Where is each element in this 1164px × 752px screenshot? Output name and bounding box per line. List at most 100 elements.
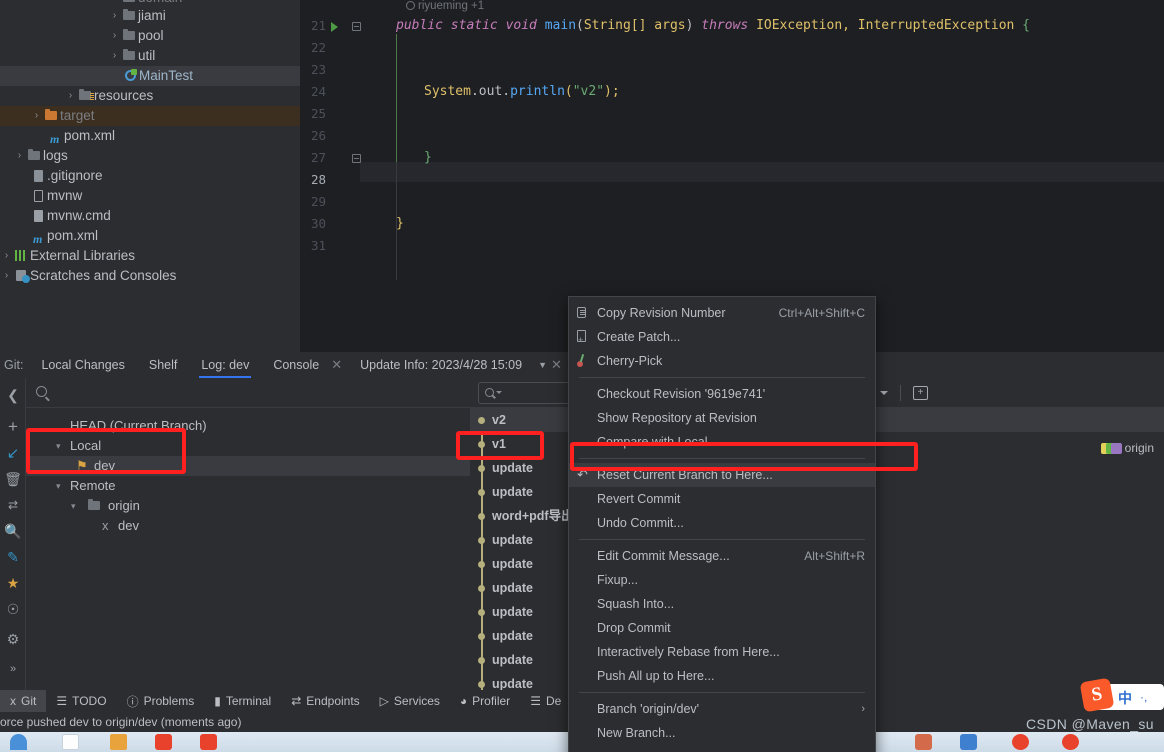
- chevron-down-icon[interactable]: ▾: [71, 496, 76, 516]
- chevron-right-icon[interactable]: ›: [108, 6, 121, 26]
- tree-item-label: mvnw.cmd: [47, 208, 111, 223]
- chevron-down-icon[interactable]: ▾: [56, 476, 61, 496]
- taskbar-icon-app1[interactable]: [915, 734, 932, 750]
- folder-icon: [121, 6, 138, 26]
- taskbar-icon-app4[interactable]: [1062, 734, 1079, 750]
- chevron-right-icon[interactable]: ›: [108, 46, 121, 66]
- ime-punctuation-icon[interactable]: ·,: [1140, 690, 1147, 704]
- add-icon[interactable]: +: [0, 414, 26, 440]
- menu-item-undo-commit[interactable]: Undo Commit...: [569, 511, 875, 535]
- update-icon[interactable]: ↙: [0, 440, 26, 466]
- ime-mode-label[interactable]: 中: [1118, 688, 1132, 708]
- menu-item-new-branch[interactable]: New Branch...: [569, 721, 875, 745]
- favorite-icon[interactable]: ★: [0, 570, 26, 596]
- chevron-right-icon[interactable]: ›: [0, 266, 13, 286]
- branch-remote-origin[interactable]: ▾ origin: [26, 496, 470, 516]
- expand-more-icon[interactable]: »: [0, 656, 26, 682]
- commit-dot-icon: [478, 681, 485, 688]
- chevron-right-icon[interactable]: ›: [13, 146, 26, 166]
- sidebar-item-logs[interactable]: › logs: [0, 146, 300, 166]
- sidebar-item-target[interactable]: › target: [0, 106, 300, 126]
- sidebar-item-jiami[interactable]: › jiami: [0, 6, 300, 26]
- sidebar-item-gitignore[interactable]: .gitignore: [0, 166, 300, 186]
- menu-item-squash-into[interactable]: Squash Into...: [569, 592, 875, 616]
- menu-item-fixup[interactable]: Fixup...: [569, 568, 875, 592]
- search-icon[interactable]: 🔍: [0, 518, 26, 544]
- menu-item-branch-origin-dev[interactable]: Branch 'origin/dev' ›: [569, 697, 875, 721]
- menu-item-new-tag[interactable]: New Tag...: [569, 745, 875, 752]
- branch-filter-input[interactable]: [26, 378, 470, 408]
- line-number: 30: [310, 216, 326, 231]
- editor-gutter[interactable]: 21 22 23 24 25 26 27 28 29 30 31: [300, 0, 361, 352]
- menu-item-cherry-pick[interactable]: Cherry-Pick: [569, 349, 875, 373]
- sidebar-item-external-libraries[interactable]: › External Libraries: [0, 246, 300, 266]
- new-tab-button[interactable]: +: [907, 385, 942, 400]
- taskbar-icon-app2[interactable]: [960, 734, 977, 750]
- taskbar-icon-explorer[interactable]: [62, 734, 79, 750]
- settings-icon[interactable]: ⚙: [0, 626, 26, 652]
- menu-item-label: Checkout Revision '9619e741': [597, 387, 766, 401]
- edit-icon[interactable]: ✎: [0, 544, 26, 570]
- chevron-right-icon[interactable]: ›: [0, 246, 13, 266]
- taskbar-icon-s1[interactable]: [155, 734, 172, 750]
- commit-message: update: [492, 581, 533, 595]
- taskbar-icon-app3[interactable]: [1012, 734, 1029, 750]
- sidebar-item-scratches[interactable]: › Scratches and Consoles: [0, 266, 300, 286]
- tab-local-changes[interactable]: Local Changes: [29, 352, 136, 378]
- menu-item-show-repository-at-revision[interactable]: Show Repository at Revision: [569, 406, 875, 430]
- close-icon-update-info[interactable]: ✕: [545, 357, 568, 373]
- bottom-tab-profiler[interactable]: ◕ Profiler: [450, 690, 520, 712]
- commit-context-menu[interactable]: Copy Revision Number Ctrl+Alt+Shift+C Cr…: [568, 296, 876, 752]
- commit-message: update: [492, 629, 533, 643]
- menu-item-create-patch[interactable]: Create Patch...: [569, 325, 875, 352]
- taskbar-icon-1[interactable]: [10, 734, 27, 750]
- sidebar-item-maintest[interactable]: MainTest: [0, 66, 300, 86]
- tab-log-dev[interactable]: Log: dev: [189, 352, 261, 378]
- tab-shelf[interactable]: Shelf: [137, 352, 190, 378]
- menu-item-interactively-rebase-from-here[interactable]: Interactively Rebase from Here...: [569, 640, 875, 664]
- project-tree-panel[interactable]: › domain › jiami › pool › util: [0, 0, 300, 352]
- delete-icon[interactable]: 🗑: [0, 466, 26, 492]
- tree-item-label: pool: [138, 28, 164, 43]
- bottom-tab-git[interactable]: x Git: [0, 690, 47, 712]
- sidebar-item-pom-root[interactable]: m pom.xml: [0, 226, 300, 246]
- ime-widget[interactable]: S 中 ·,: [1079, 677, 1164, 713]
- chevron-right-icon[interactable]: ›: [64, 86, 77, 106]
- sidebar-item-mvnw-cmd[interactable]: mvnw.cmd: [0, 206, 300, 226]
- sidebar-item-util[interactable]: › util: [0, 46, 300, 66]
- bottom-tab-services[interactable]: ▷ Services: [370, 690, 450, 712]
- bottom-tab-problems[interactable]: ⓘ Problems: [117, 690, 205, 712]
- chevron-right-icon[interactable]: ›: [108, 26, 121, 46]
- sidebar-item-mvnw[interactable]: mvnw: [0, 186, 300, 206]
- menu-item-edit-commit-message[interactable]: Edit Commit Message... Alt+Shift+R: [569, 544, 875, 568]
- git-branches-panel[interactable]: HEAD (Current Branch) ▾ Local ⚑ dev ▾ Re…: [26, 378, 470, 690]
- run-gutter-icon[interactable]: [331, 22, 338, 32]
- compass-icon[interactable]: ☉: [0, 596, 26, 622]
- branch-group-remote[interactable]: ▾ Remote: [26, 476, 470, 496]
- rebase-icon[interactable]: ⇄: [0, 492, 26, 518]
- taskbar-icon-folder[interactable]: [110, 734, 127, 750]
- tree-item-label: .gitignore: [47, 168, 103, 183]
- menu-item-copy-revision-number[interactable]: Copy Revision Number Ctrl+Alt+Shift+C: [569, 301, 875, 325]
- bottom-tab-todo[interactable]: ☰ TODO: [46, 690, 116, 712]
- menu-item-drop-commit[interactable]: Drop Commit: [569, 616, 875, 640]
- line-number: 23: [310, 62, 326, 77]
- tab-console[interactable]: Console: [261, 352, 331, 378]
- bottom-tab-endpoints[interactable]: ⇄ Endpoints: [281, 690, 369, 712]
- chevron-down-icon[interactable]: [496, 390, 502, 394]
- taskbar-icon-s2[interactable]: [200, 734, 217, 750]
- chevron-right-icon[interactable]: ›: [30, 106, 43, 126]
- git-left-toolbar[interactable]: ❮ + ↙ 🗑 ⇄ 🔍 ✎ ★ ☉ ⚙ »: [0, 378, 26, 690]
- menu-item-revert-commit[interactable]: Revert Commit: [569, 487, 875, 511]
- collapse-icon[interactable]: ❮: [0, 382, 26, 408]
- sidebar-item-pom-inner[interactable]: m pom.xml: [0, 126, 300, 146]
- sidebar-item-resources[interactable]: › resources: [0, 86, 300, 106]
- branch-origin-dev[interactable]: x dev: [26, 516, 470, 536]
- endpoints-icon: ⇄: [291, 694, 302, 708]
- menu-item-checkout-revision[interactable]: Checkout Revision '9619e741': [569, 382, 875, 406]
- bottom-tab-terminal[interactable]: ▮ Terminal: [204, 690, 281, 712]
- sidebar-item-pool[interactable]: › pool: [0, 26, 300, 46]
- menu-item-push-all-up-to-here[interactable]: Push All up to Here...: [569, 664, 875, 688]
- bottom-tab-dependencies[interactable]: ☰ De: [520, 690, 571, 712]
- tab-update-info[interactable]: Update Info: 2023/4/28 15:09: [348, 352, 534, 378]
